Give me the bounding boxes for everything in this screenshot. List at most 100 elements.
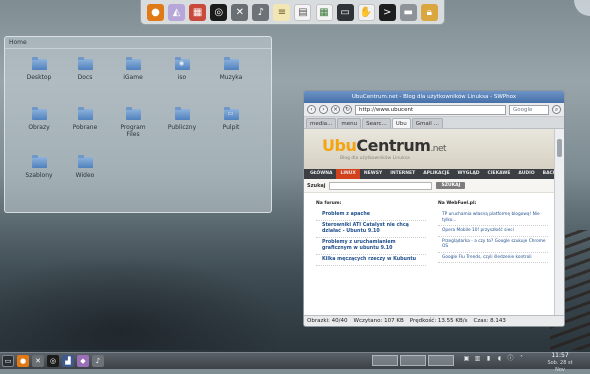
nav-item-wyglad[interactable]: WYGLĄD xyxy=(454,169,484,179)
forum-post-link[interactable]: Sterowniki ATI Catalyst nie chcą działać… xyxy=(316,221,426,238)
window-button[interactable] xyxy=(372,355,398,366)
folder-icon xyxy=(31,57,47,70)
folder-item-obrazy[interactable]: Obrazy xyxy=(19,107,59,131)
media-player-icon[interactable]: ◎ xyxy=(47,355,59,367)
nav-item-linux[interactable]: LINUX xyxy=(336,169,360,179)
battery-icon[interactable]: ▮ xyxy=(484,354,493,363)
forum-post-link[interactable]: Problemy z uruchamianiem graficznym w ub… xyxy=(316,238,426,255)
network-icon[interactable]: ▥ xyxy=(473,354,482,363)
terminal-icon[interactable]: > xyxy=(378,3,396,21)
folder-icon xyxy=(77,155,93,168)
nav-item-ciekawe[interactable]: CIEKAWE xyxy=(484,169,515,179)
webfuel-column: Na WebFuel.pl: TP uruchamia własną platf… xyxy=(438,201,548,266)
tools-icon[interactable]: ✕ xyxy=(32,355,44,367)
stop-icon[interactable]: × xyxy=(331,105,340,114)
folder-item-docs[interactable]: Docs xyxy=(65,57,105,81)
folder-item-igame[interactable]: iGame xyxy=(113,57,153,81)
tab-menu[interactable]: menu xyxy=(337,118,362,128)
desktop-corner-button[interactable] xyxy=(574,0,590,16)
nav-item-glowna[interactable]: GŁÓWNA xyxy=(306,169,336,179)
tab-media[interactable]: media... xyxy=(306,118,337,128)
folder-item-desktop[interactable]: Desktop xyxy=(19,57,59,81)
terminal-icon[interactable]: ▭ xyxy=(2,355,14,367)
tab-gmail[interactable]: Gmail ... xyxy=(411,118,443,128)
site-search-input[interactable] xyxy=(329,181,433,190)
clock-time: 11:57 xyxy=(551,352,569,359)
storage-icon[interactable]: ▬ xyxy=(399,3,417,21)
folder-icon xyxy=(77,107,93,120)
forum-header: Na forum: xyxy=(316,201,342,206)
status-images: Obrazki: 40/40 xyxy=(307,318,348,324)
firefox-icon[interactable]: ● xyxy=(147,3,165,21)
hand-icon[interactable]: ✋ xyxy=(357,3,375,21)
chart-icon[interactable]: ▟ xyxy=(62,355,74,367)
tools-icon[interactable]: ✕ xyxy=(231,3,249,21)
lock-icon[interactable]: 🔒︎ xyxy=(420,3,438,21)
notes-icon[interactable]: ≡ xyxy=(273,3,291,21)
folder-icon: ▭ xyxy=(223,107,239,120)
folder-icon xyxy=(31,107,47,120)
graphics-icon[interactable]: ◆ xyxy=(77,355,89,367)
folder-item-muzyka[interactable]: Muzyka xyxy=(211,57,251,81)
folder-item-publiczny[interactable]: Publiczny xyxy=(162,107,202,131)
volume-icon[interactable]: ◖ xyxy=(495,354,504,363)
nav-item-audio[interactable]: AUDIO xyxy=(514,169,538,179)
webfuel-post-link[interactable]: Google Flu Trends, czyli śledzenie kontr… xyxy=(438,253,548,263)
tab-search[interactable]: Searc... xyxy=(362,118,391,128)
folder-item-szablony[interactable]: Szablony xyxy=(19,155,59,179)
window-button[interactable] xyxy=(400,355,426,366)
home-folder-view: Home Desktop Docs iGame ◉ iso Muzyka Obra… xyxy=(4,36,272,213)
webfuel-post-link[interactable]: Przeglądarka - a czy to? Google szukuje … xyxy=(438,237,548,253)
nav-item-newsy[interactable]: NEWSY xyxy=(360,169,386,179)
forward-icon[interactable]: › xyxy=(319,105,328,114)
webfuel-post-link[interactable]: TP uruchamia własną platformę blogową! N… xyxy=(438,210,548,226)
inkscape-icon[interactable]: ◭ xyxy=(168,3,186,21)
chevron-up-icon[interactable]: ˄ xyxy=(517,354,526,363)
status-time: Czas: 8.143 xyxy=(473,318,506,324)
site-nav: GŁÓWNA LINUX NEWSY INTERNET APLIKACJE WY… xyxy=(304,169,556,179)
folder-item-pulpit[interactable]: ▭ Pulpit xyxy=(211,107,251,131)
site-logo[interactable]: UbuCentrum.net xyxy=(322,136,447,155)
music-icon[interactable]: ♪ xyxy=(92,355,104,367)
folder-icon: ◉ xyxy=(174,57,190,70)
folder-icon xyxy=(174,107,190,120)
folder-item-program-files[interactable]: Program Files xyxy=(113,107,153,138)
calendar-icon[interactable]: ▦ xyxy=(189,3,207,21)
folder-item-wideo[interactable]: Wideo xyxy=(65,155,105,179)
monitor-icon[interactable]: ▭ xyxy=(336,3,354,21)
folder-icon xyxy=(77,57,93,70)
window-button[interactable] xyxy=(428,355,454,366)
site-tagline: Blog dla użytkowników Linuksa xyxy=(340,156,410,161)
folder-icon xyxy=(125,57,141,70)
firefox-icon[interactable]: ● xyxy=(17,355,29,367)
media-player-icon[interactable]: ◎ xyxy=(210,3,228,21)
tab-bar: media... menu Searc... Ubu Gmail ... xyxy=(304,117,564,129)
scrollbar-thumb[interactable] xyxy=(557,139,562,157)
back-icon[interactable]: ‹ xyxy=(307,105,316,114)
browser-toolbar: ‹ › × ↻ http://www.ubucent Google ⌕ xyxy=(304,103,564,117)
forum-post-link[interactable]: Problem z apache xyxy=(316,210,426,221)
forum-post-link[interactable]: Kilka męczących rzeczy w Kubuntu xyxy=(316,255,426,266)
folder-item-pobrane[interactable]: Pobrane xyxy=(65,107,105,131)
reload-icon[interactable]: ↻ xyxy=(343,105,352,114)
music-icon[interactable]: ♪ xyxy=(252,3,270,21)
nav-item-aplikacje[interactable]: APLIKACJE xyxy=(419,169,453,179)
search-icon[interactable]: ⌕ xyxy=(552,105,561,114)
vertical-scrollbar[interactable] xyxy=(554,129,564,317)
spreadsheet-icon[interactable]: ▦ xyxy=(315,3,333,21)
webfuel-header: Na WebFuel.pl: xyxy=(438,201,477,206)
webfuel-post-link[interactable]: Opera Mobile 10! przyszłość sieci xyxy=(438,226,548,237)
info-icon[interactable]: ⓘ xyxy=(506,354,515,363)
document-icon[interactable]: ▤ xyxy=(294,3,312,21)
tab-ubucentrum[interactable]: Ubu xyxy=(391,118,411,128)
wallpaper-rocks xyxy=(0,250,300,350)
nav-item-internet[interactable]: INTERNET xyxy=(386,169,419,179)
clipboard-icon[interactable]: ▣ xyxy=(462,354,471,363)
search-engine-field[interactable]: Google xyxy=(509,104,549,115)
folder-icon xyxy=(125,107,141,120)
clock[interactable]: 11:57 Sob. 28 st Nov xyxy=(543,352,577,374)
folder-item-iso[interactable]: ◉ iso xyxy=(162,57,202,81)
site-search-button[interactable]: SZUKAJ xyxy=(436,182,466,189)
url-field[interactable]: http://www.ubucent xyxy=(355,104,506,115)
status-loaded: Wczytano: 107 KB xyxy=(353,318,404,324)
